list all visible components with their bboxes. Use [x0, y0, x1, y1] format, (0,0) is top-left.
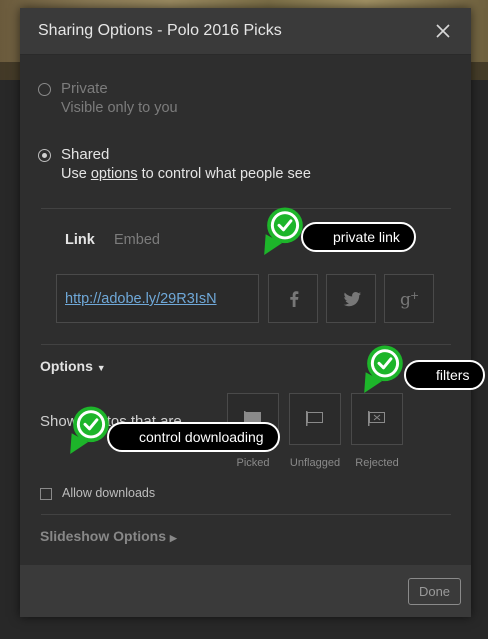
slideshow-options-toggle[interactable]: Slideshow Options ▶	[40, 528, 177, 544]
callout-label: filters	[404, 360, 486, 390]
divider	[41, 514, 451, 515]
filter-picked-label: Picked	[236, 457, 270, 469]
callout-label: private link	[301, 222, 416, 252]
reject-flag-icon	[352, 411, 404, 450]
dialog-title: Sharing Options - Polo 2016 Picks	[38, 22, 282, 39]
shared-sub-suffix: to control what people see	[137, 166, 311, 182]
options-toggle[interactable]: Options ▼	[40, 358, 106, 374]
shared-sublabel: Use options to control what people see	[61, 166, 311, 182]
share-url-box[interactable]: http://adobe.ly/29R3IsN	[56, 274, 259, 323]
allow-downloads-label: Allow downloads	[62, 486, 156, 500]
caret-down-icon: ▼	[96, 363, 106, 373]
done-button[interactable]: Done	[408, 578, 461, 605]
facebook-button[interactable]	[268, 274, 318, 323]
divider	[41, 208, 451, 209]
private-radio[interactable]	[38, 83, 51, 96]
private-sublabel: Visible only to you	[61, 100, 178, 116]
allow-downloads-checkbox[interactable]	[40, 488, 52, 500]
callout-label: control downloading	[107, 422, 280, 452]
options-link[interactable]: options	[91, 166, 138, 182]
slideshow-options-label: Slideshow Options	[40, 528, 167, 544]
close-icon[interactable]	[433, 21, 453, 41]
shared-radio[interactable]	[38, 149, 51, 162]
shared-label: Shared	[61, 146, 110, 163]
dialog-titlebar: Sharing Options - Polo 2016 Picks	[20, 8, 471, 55]
filter-unflagged-label: Unflagged	[289, 457, 341, 469]
private-label: Private	[61, 80, 108, 97]
filter-rejected-label: Rejected	[355, 457, 399, 469]
google-plus-button[interactable]: g +	[384, 274, 434, 323]
tab-embed[interactable]: Embed	[114, 232, 160, 248]
twitter-button[interactable]	[326, 274, 376, 323]
checkmark-badge-icon	[264, 207, 303, 256]
filter-unflagged[interactable]	[289, 393, 341, 445]
checkmark-badge-icon	[70, 406, 109, 455]
tab-link[interactable]: Link	[65, 232, 95, 248]
shared-sub-prefix: Use	[61, 166, 91, 182]
svg-text:+: +	[410, 289, 419, 302]
share-url[interactable]: http://adobe.ly/29R3IsN	[65, 291, 217, 307]
checkmark-badge-icon	[364, 345, 403, 394]
dialog-footer: Done	[20, 565, 471, 617]
sharing-options-dialog: Sharing Options - Polo 2016 Picks Privat…	[20, 8, 471, 617]
options-header: Options	[40, 358, 93, 374]
unflagged-icon	[290, 411, 342, 450]
filter-rejected[interactable]	[351, 393, 403, 445]
caret-right-icon: ▶	[169, 533, 177, 543]
